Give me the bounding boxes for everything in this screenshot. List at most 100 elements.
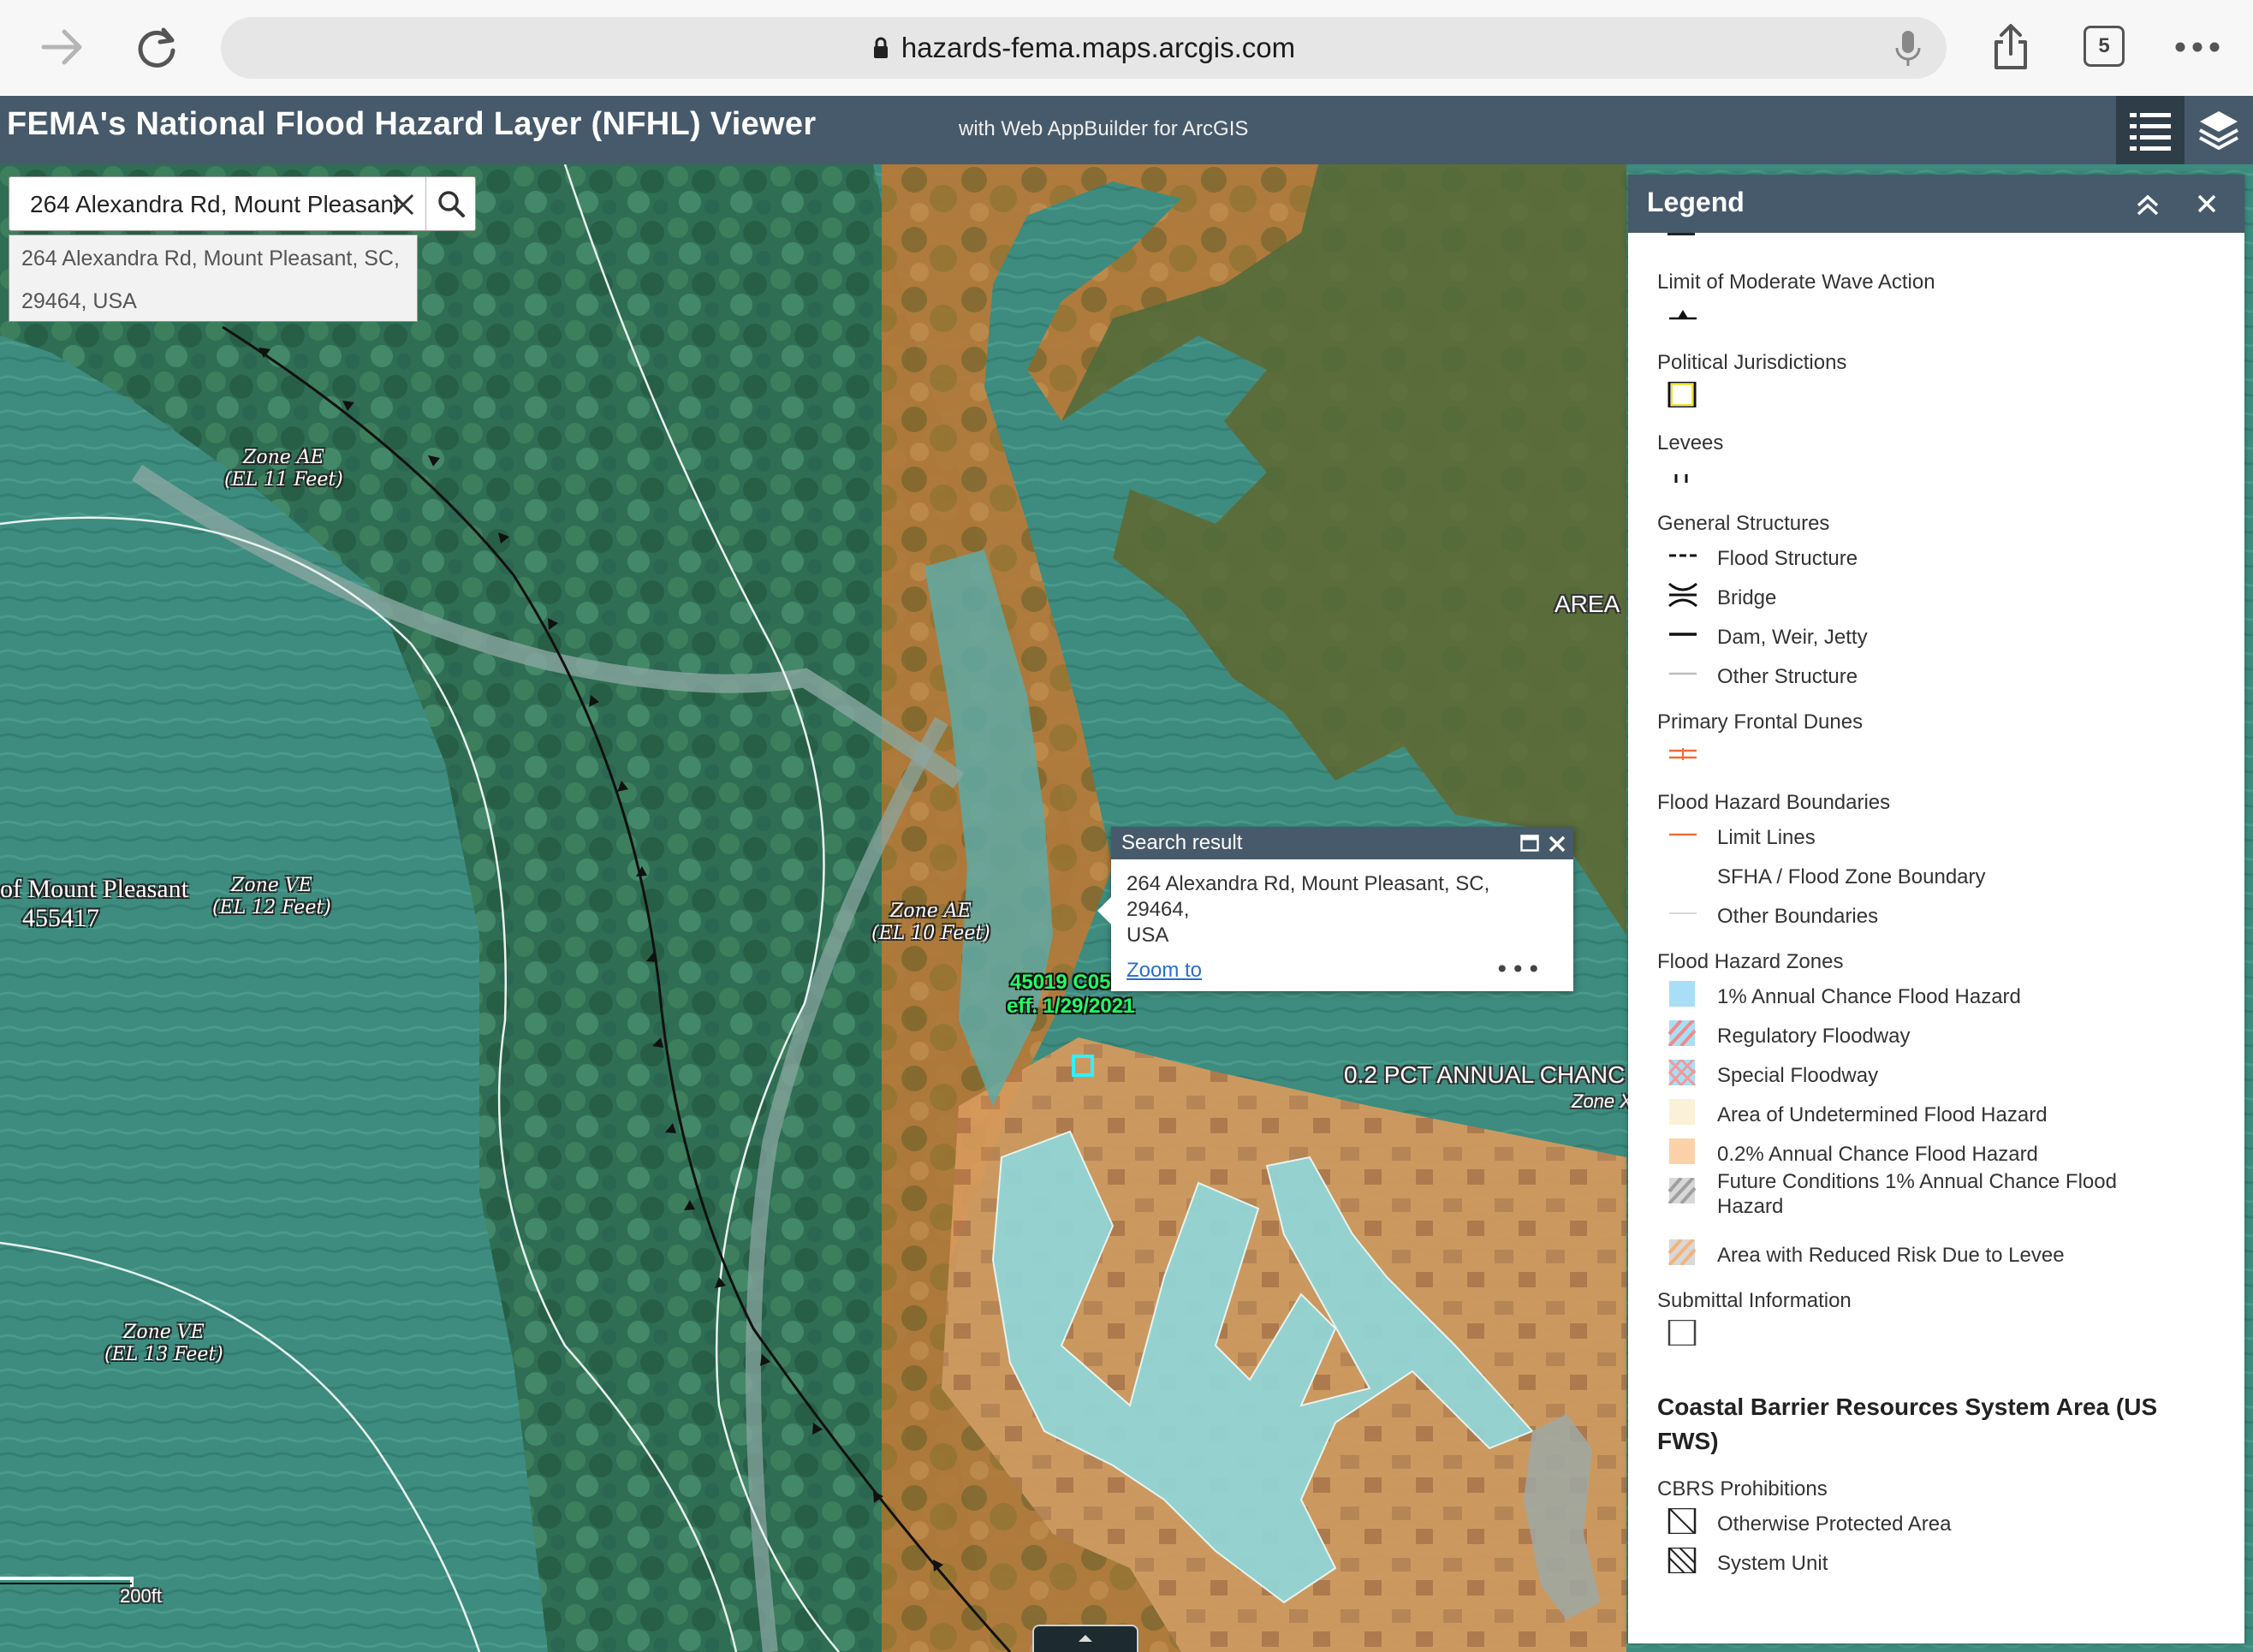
search-icon (438, 191, 465, 217)
legend-item: 1% Annual Chance Flood Hazard (1717, 985, 2021, 1008)
reload-icon (138, 27, 175, 68)
legend-item: Regulatory Floodway (1717, 1025, 1911, 1048)
other-structure-symbol (1669, 672, 1697, 675)
zone-label: Zone AE (EL 10 Feet) (871, 900, 990, 945)
legend-section: Primary Frontal Dunes (1657, 710, 1864, 734)
firm-panel-date: eff. 1/29/2021 (1007, 995, 1135, 1018)
dam-symbol (1669, 633, 1697, 636)
zone-label-line: (EL 10 Feet) (871, 923, 990, 944)
arrow-right-icon (41, 29, 82, 65)
other-boundary-symbol (1669, 912, 1697, 914)
zone-label: Zone VE (EL 12 Feet) (212, 875, 331, 919)
legend-header: Legend (1628, 175, 2244, 233)
legend-title: Legend (1647, 187, 1745, 217)
legend-item-line: Future Conditions 1% Annual Chance Flood (1717, 1170, 2117, 1193)
suggestion-line: 29464, USA (21, 289, 137, 313)
legend-item: Flood Structure (1717, 547, 1858, 570)
browser-toolbar: hazards-fema.maps.arcgis.com 5 (0, 0, 2253, 97)
suggestion-line: 264 Alexandra Rd, Mount Pleasant, SC, (21, 247, 400, 270)
address-bar[interactable]: hazards-fema.maps.arcgis.com (221, 17, 1947, 79)
legend-item: Future Conditions 1% Annual Chance Flood… (1717, 1169, 2117, 1219)
legend-section: General Structures (1657, 512, 1830, 535)
legend-item: Dam, Weir, Jetty (1717, 626, 1868, 649)
legend-section: Political Jurisdictions (1657, 351, 1847, 374)
list-icon (2130, 113, 2171, 151)
close-icon[interactable] (2197, 193, 2217, 214)
search-suggestion[interactable]: 264 Alexandra Rd, Mount Pleasant, SC, 29… (9, 235, 418, 322)
community-number: 455417 (22, 904, 99, 932)
layers-button[interactable] (2185, 96, 2253, 164)
microphone-icon[interactable] (1893, 29, 1923, 68)
zone-label-line: Zone VE (123, 1322, 205, 1343)
scale-label: 200ft (120, 1585, 162, 1607)
dune-symbol (1669, 748, 1697, 760)
tabs-button[interactable]: 5 (2084, 26, 2125, 67)
legend-panel: Legend Limit of Moderate Wave Action Pol… (1628, 175, 2244, 1643)
chevron-up-icon (1079, 1635, 1092, 1642)
legend-section: Flood Hazard Zones (1657, 950, 1844, 973)
search-result-popup: Search result 264 Alexandra Rd, Mount Pl… (1097, 827, 1573, 991)
search-button[interactable] (425, 177, 476, 230)
popup-content: 264 Alexandra Rd, Mount Pleasant, SC, 29… (1111, 859, 1573, 960)
url-text: hazards-fema.maps.arcgis.com (901, 32, 1296, 63)
close-icon (392, 193, 414, 216)
legend-item: Limit Lines (1717, 826, 1816, 849)
zone-x-label: 0.2 PCT ANNUAL CHANC (1344, 1061, 1626, 1088)
submittal-swatch (1667, 1320, 1697, 1346)
zone-label-line: (EL 12 Feet) (212, 897, 331, 918)
share-button[interactable] (1983, 19, 2039, 75)
share-icon (1994, 24, 2027, 69)
legend-section: CBRS Prohibitions (1657, 1477, 1828, 1500)
undetermined-swatch (1669, 1099, 1695, 1125)
future-conditions-swatch (1667, 1178, 1697, 1203)
otherwise-protected-swatch (1667, 1508, 1697, 1534)
legend-item: 0.2% Annual Chance Flood Hazard (1717, 1143, 2038, 1166)
popup-title: Search result (1121, 831, 1243, 854)
special-floodway-swatch (1667, 1060, 1697, 1085)
search-input[interactable] (9, 177, 400, 232)
legend-item: Special Floodway (1717, 1064, 1879, 1087)
regulatory-floodway-swatch (1667, 1020, 1697, 1046)
attribute-table-toggle[interactable] (1032, 1625, 1138, 1652)
popup-more-button[interactable]: ••• (1495, 955, 1543, 983)
zone-label-line: Zone VE (231, 875, 312, 896)
popup-address: 264 Alexandra Rd, Mount Pleasant, SC, 29… (1126, 872, 1490, 921)
popup-header: Search result (1111, 827, 1573, 859)
close-icon[interactable] (1548, 835, 1566, 853)
reload-button[interactable] (128, 19, 185, 75)
legend-section: Limit of Moderate Wave Action (1657, 270, 1935, 294)
app-title: FEMA's National Flood Hazard Layer (NFHL… (7, 106, 817, 142)
zone-label-line: (EL 13 Feet) (104, 1344, 223, 1365)
legend-item-line: Hazard (1717, 1195, 1784, 1218)
zone-label: Zone AE (EL 11 Feet) (224, 447, 343, 491)
collapse-icon[interactable] (2135, 193, 2161, 216)
system-unit-swatch (1667, 1548, 1697, 1573)
maximize-icon[interactable] (1520, 835, 1539, 852)
legend-item: Area of Undetermined Flood Hazard (1717, 1103, 2048, 1126)
more-button[interactable] (2169, 19, 2226, 75)
layers-icon (2199, 111, 2238, 151)
zoom-to-link[interactable]: Zoom to (1126, 959, 1202, 983)
bridge-icon (1668, 582, 1697, 608)
legend-section: Flood Hazard Boundaries (1657, 791, 1891, 814)
search-clear-button[interactable] (386, 187, 420, 222)
flood-structure-symbol (1669, 554, 1697, 557)
lock-icon (873, 37, 888, 58)
search-widget (9, 176, 476, 232)
legend-symbol (1667, 233, 1695, 235)
legend-item: Bridge (1717, 586, 1777, 609)
legend-item: Other Boundaries (1717, 905, 1879, 928)
forward-button[interactable] (34, 19, 91, 75)
legend-item: SFHA / Flood Zone Boundary (1717, 865, 1986, 888)
zone-label-line: (EL 11 Feet) (224, 469, 343, 490)
levee-symbol (1674, 474, 1688, 483)
levee-risk-swatch (1667, 1239, 1697, 1265)
app-header: FEMA's National Flood Hazard Layer (NFHL… (0, 96, 2253, 164)
legend-item: Other Structure (1717, 665, 1858, 688)
zone-label-line: Zone AE (890, 900, 972, 922)
cbrs-heading: Coastal Barrier Resources System Area (U… (1657, 1394, 2158, 1454)
legend-section: Submittal Information (1657, 1289, 1852, 1312)
zone-label-line: Zone AE (243, 447, 324, 468)
legend-button[interactable] (2116, 96, 2185, 164)
area-label: AREA (1555, 591, 1620, 617)
